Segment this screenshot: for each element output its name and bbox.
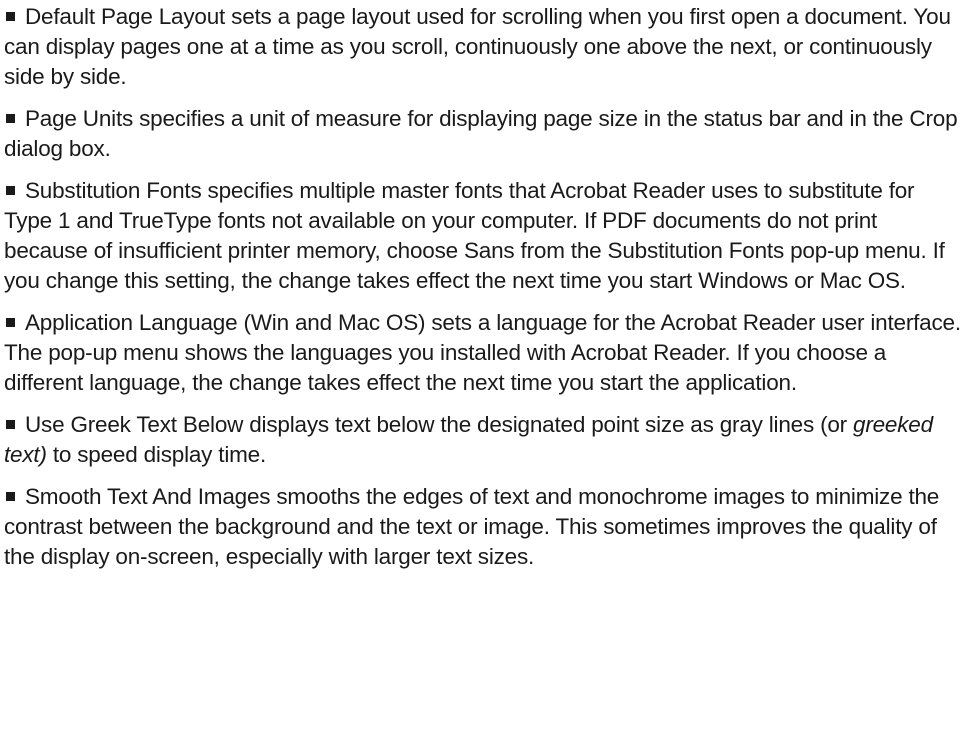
paragraph-text: Application Language (Win and Mac OS) se… <box>4 310 961 395</box>
paragraph-use-greek-text: Use Greek Text Below displays text below… <box>4 410 965 470</box>
bullet-square-icon <box>6 420 15 429</box>
bullet-square-icon <box>6 492 15 501</box>
bullet-square-icon <box>6 186 15 195</box>
bullet-square-icon <box>6 12 15 21</box>
paragraph-text: Page Units specifies a unit of measure f… <box>4 106 958 161</box>
bullet-square-icon <box>6 114 15 123</box>
paragraph-text: Smooth Text And Images smooths the edges… <box>4 484 940 569</box>
paragraph-text-before: Use Greek Text Below displays text below… <box>25 412 854 437</box>
bullet-square-icon <box>6 318 15 327</box>
document-page: Default Page Layout sets a page layout u… <box>0 0 969 747</box>
paragraph-default-page-layout: Default Page Layout sets a page layout u… <box>4 2 965 92</box>
paragraph-text-after: to speed display time. <box>46 442 267 467</box>
paragraph-page-units: Page Units specifies a unit of measure f… <box>4 104 965 164</box>
paragraph-application-language: Application Language (Win and Mac OS) se… <box>4 308 965 398</box>
paragraph-text: Default Page Layout sets a page layout u… <box>4 4 951 89</box>
paragraph-text: Substitution Fonts specifies multiple ma… <box>4 178 945 293</box>
paragraph-substitution-fonts: Substitution Fonts specifies multiple ma… <box>4 176 965 296</box>
paragraph-smooth-text: Smooth Text And Images smooths the edges… <box>4 482 965 572</box>
